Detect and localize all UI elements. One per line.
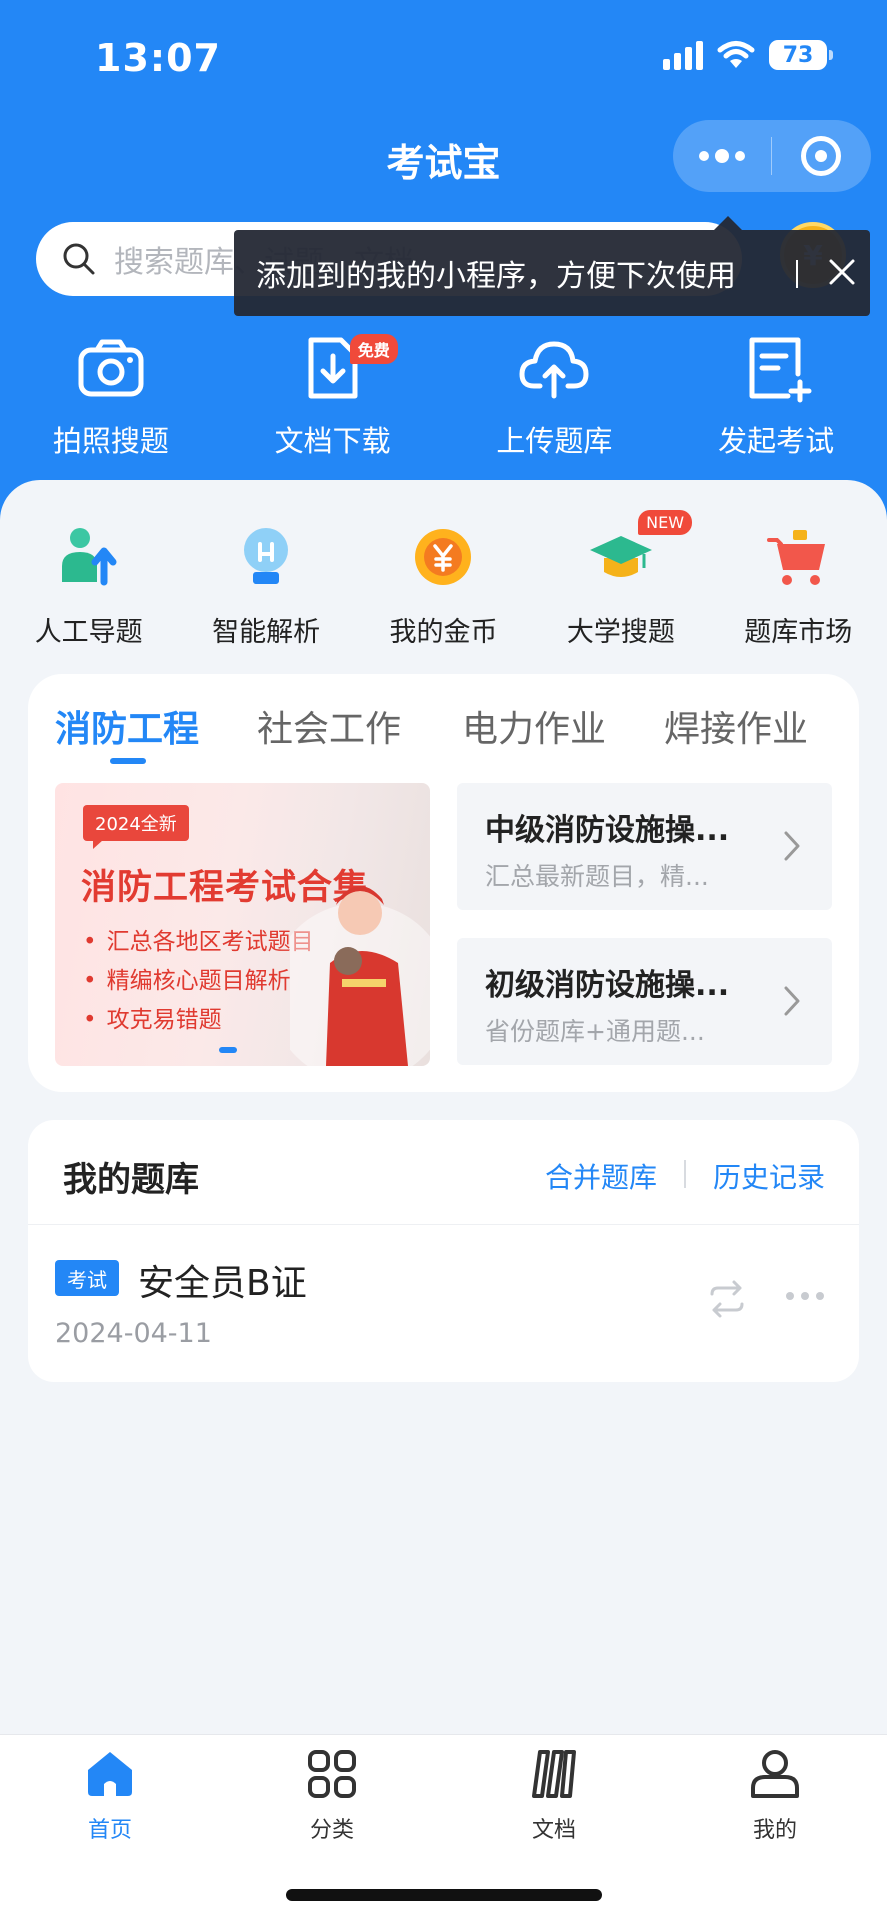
- tab-welding-work[interactable]: 焊接作业: [664, 700, 808, 752]
- lightbulb-icon: [244, 528, 289, 584]
- top-action-label: 拍照搜题: [52, 424, 169, 458]
- new-badge: NEW: [638, 510, 693, 535]
- quick-action-label: 题库市场: [744, 617, 853, 648]
- my-bank-title: 我的题库: [63, 1160, 199, 1200]
- tooltip-separator: [796, 260, 798, 288]
- bank-card-title: 中级消防设施操...: [485, 813, 730, 848]
- firefighter-illustration: [290, 886, 430, 1066]
- books-icon: [532, 1750, 576, 1798]
- user-icon: [751, 1750, 799, 1798]
- quick-actions: 人工导题 智能解析 我的金币 NEW 大学搜题 题库市场: [0, 510, 887, 649]
- battery-icon: 73: [769, 40, 833, 70]
- signal-icon: [663, 40, 703, 70]
- switch-icon[interactable]: [706, 1278, 748, 1320]
- shopping-cart-icon: [767, 530, 826, 585]
- top-action-label: 上传题库: [496, 424, 613, 458]
- chevron-right-icon: [784, 831, 800, 861]
- bank-card-title: 初级消防设施操...: [485, 968, 730, 1003]
- tabbar-label: 我的: [752, 1818, 797, 1843]
- tabbar-documents[interactable]: 文档: [484, 1746, 624, 1844]
- history-link[interactable]: 历史记录: [713, 1156, 825, 1196]
- banner-bullet: 汇总各地区考试题目: [83, 923, 314, 962]
- doc-download-button[interactable]: 免费 文档下载: [222, 330, 444, 460]
- add-mini-program-tooltip: 添加到的我的小程序，方便下次使用: [234, 216, 870, 316]
- bank-card-subtitle: 省份题库+通用题...: [485, 1017, 705, 1046]
- home-icon: [88, 1752, 132, 1796]
- tab-electrical-work[interactable]: 电力作业: [462, 700, 606, 752]
- tab-fire-engineering[interactable]: 消防工程: [55, 700, 199, 752]
- tooltip-text: 添加到的我的小程序，方便下次使用: [256, 259, 736, 294]
- top-action-label: 发起考试: [718, 424, 835, 458]
- status-time: 13:07: [95, 36, 221, 80]
- my-coins-button[interactable]: 我的金币: [355, 524, 532, 649]
- banner-bullets: 汇总各地区考试题目 精编核心题目解析 攻克易错题: [83, 923, 314, 1040]
- bank-item-date: 2024-04-11: [55, 1318, 212, 1349]
- mini-program-capsule: [673, 120, 871, 192]
- category-tabs: 消防工程 社会工作 电力作业 焊接作业: [28, 700, 859, 770]
- manual-import-button[interactable]: 人工导题: [0, 524, 177, 649]
- bank-market-button[interactable]: 题库市场: [710, 524, 887, 649]
- photo-search-button[interactable]: 拍照搜题: [0, 330, 222, 460]
- home-indicator: [286, 1889, 602, 1901]
- divider: [28, 1224, 859, 1225]
- tabbar-label: 文档: [531, 1818, 576, 1843]
- banner-pagination-dot: [219, 1047, 237, 1053]
- exam-tag: 考试: [55, 1260, 119, 1296]
- tab-indicator: [110, 758, 146, 764]
- person-upload-icon: [61, 528, 117, 586]
- tabbar-home[interactable]: 首页: [40, 1746, 180, 1844]
- top-actions: 拍照搜题 免费 文档下载 上传题库 发起考试: [0, 330, 887, 460]
- main-panel: [0, 480, 887, 1720]
- free-badge: 免费: [349, 334, 398, 364]
- bank-item-name[interactable]: 安全员B证: [138, 1254, 307, 1306]
- new-exam-icon: [749, 337, 812, 403]
- more-options-icon[interactable]: [786, 1292, 824, 1300]
- tabbar-label: 首页: [87, 1818, 132, 1843]
- tabbar-mine[interactable]: 我的: [705, 1746, 845, 1844]
- close-icon[interactable]: [816, 246, 868, 298]
- search-icon: [63, 243, 95, 275]
- college-search-button[interactable]: NEW 大学搜题: [532, 510, 709, 649]
- banner-bullet: 精编核心题目解析: [83, 962, 314, 1001]
- grid-icon: [308, 1750, 356, 1798]
- banner-tag: 2024全新: [83, 805, 189, 849]
- wifi-icon: [717, 41, 755, 68]
- bank-card-intermediate[interactable]: 中级消防设施操... 汇总最新题目，精...: [457, 783, 832, 910]
- promo-banner[interactable]: 2024全新 消防工程考试合集 汇总各地区考试题目 精编核心题目解析 攻克易错题: [55, 783, 430, 1066]
- status-icons: 73: [663, 40, 833, 70]
- capsule-more-button[interactable]: [673, 120, 771, 192]
- battery-level: 73: [782, 42, 814, 68]
- bank-card-junior[interactable]: 初级消防设施操... 省份题库+通用题...: [457, 938, 832, 1065]
- quick-action-label: 大学搜题: [566, 617, 675, 648]
- cloud-upload-icon: [519, 341, 589, 399]
- capsule-close-button[interactable]: [772, 120, 870, 192]
- smart-analysis-button[interactable]: 智能解析: [177, 524, 354, 649]
- tab-social-work[interactable]: 社会工作: [257, 700, 401, 752]
- bank-card-subtitle: 汇总最新题目，精...: [485, 862, 709, 891]
- chevron-right-icon: [784, 986, 800, 1016]
- upload-bank-button[interactable]: 上传题库: [444, 330, 666, 460]
- quick-action-label: 人工导题: [34, 617, 143, 648]
- merge-bank-link[interactable]: 合并题库: [545, 1156, 657, 1196]
- coin-icon: [415, 529, 472, 585]
- link-separator: [684, 1160, 686, 1188]
- banner-bullet: 攻克易错题: [83, 1001, 314, 1040]
- camera-icon: [78, 339, 144, 397]
- tabbar-category[interactable]: 分类: [262, 1746, 402, 1844]
- quick-action-label: 我的金币: [389, 617, 498, 648]
- top-action-label: 文档下载: [274, 424, 391, 458]
- start-exam-button[interactable]: 发起考试: [665, 330, 887, 460]
- target-icon: [801, 136, 841, 176]
- quick-action-label: 智能解析: [212, 617, 321, 648]
- tabbar-label: 分类: [309, 1818, 354, 1843]
